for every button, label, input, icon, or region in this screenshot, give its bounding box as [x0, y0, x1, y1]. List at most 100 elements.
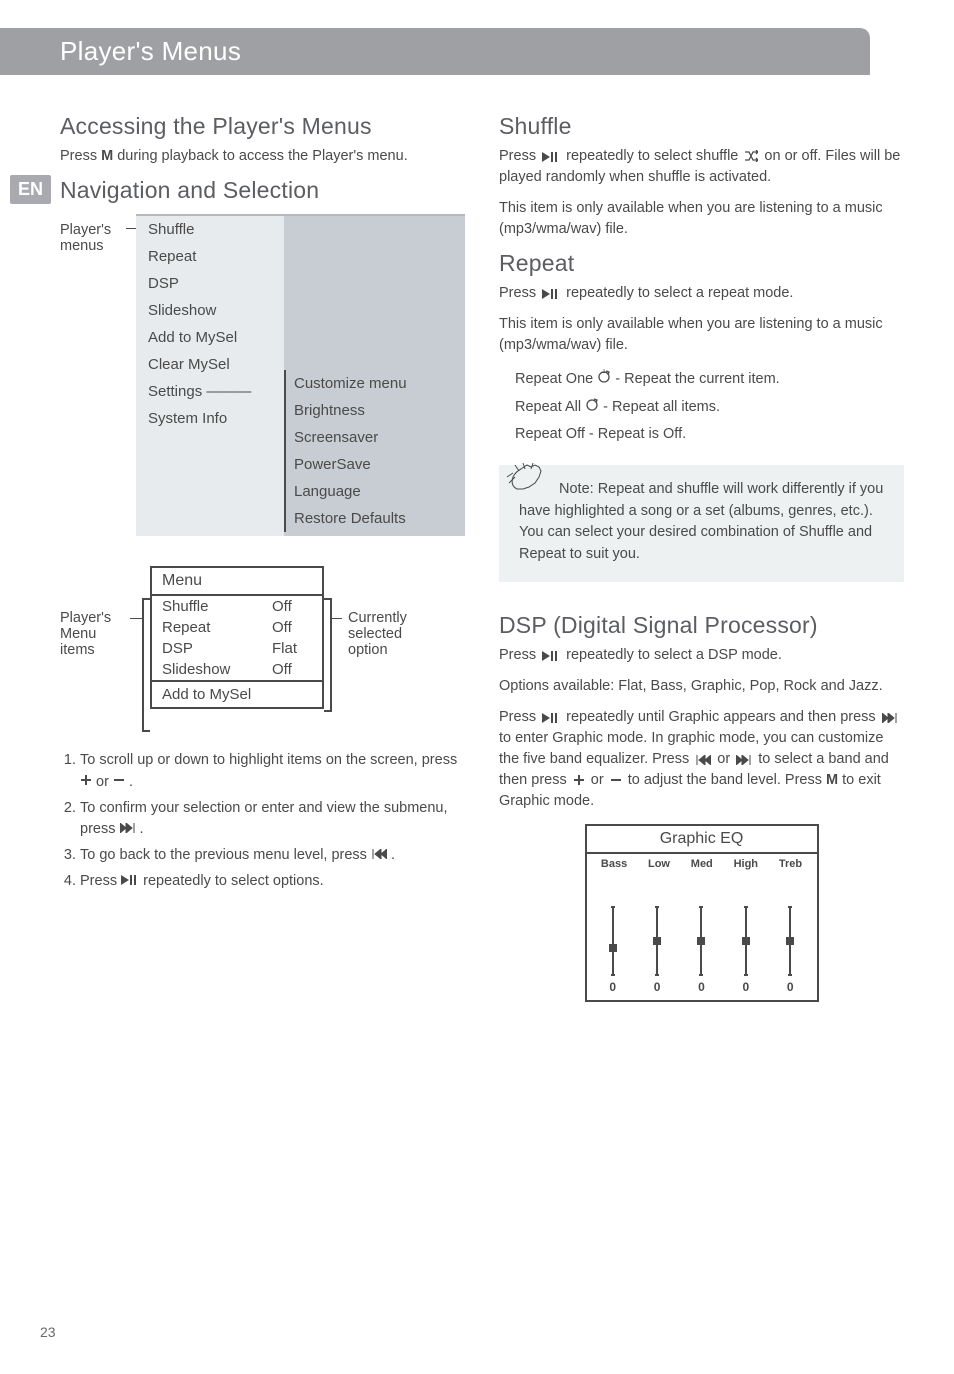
- graphic-eq-box: Graphic EQ Bass Low Med High Treb 0: [585, 824, 819, 1002]
- eq-values: 0 0 0 0 0: [587, 980, 817, 1000]
- accessing-body: Press M during playback to access the Pl…: [60, 146, 465, 167]
- eq-slider[interactable]: [789, 906, 791, 976]
- right-column: Shuffle Press repeatedly to select shuff…: [499, 103, 904, 1002]
- plus-icon: [80, 774, 92, 786]
- leader-line: [130, 618, 142, 619]
- nav-col-1: Shuffle Repeat DSP Slideshow Add to MySe…: [136, 214, 284, 536]
- nav-sub-item: Brightness: [294, 397, 465, 424]
- phone-menu-row: DSPFlat: [152, 638, 322, 659]
- left-bracket: [142, 598, 150, 732]
- steps-list: To scroll up or down to highlight items …: [60, 750, 465, 893]
- dsp-body: Press repeatedly to select a DSP mode.: [499, 645, 904, 666]
- eq-label: Low: [648, 858, 670, 870]
- nav-menu-diagram: Player's menus Shuffle Repeat DSP Slides…: [60, 214, 465, 536]
- eq-slider[interactable]: [700, 906, 702, 976]
- note-hand-icon: [505, 459, 549, 499]
- minus-icon: [610, 774, 622, 786]
- right-bracket: [324, 598, 332, 712]
- shuffle-icon: [744, 150, 758, 162]
- repeat-mode-item: Repeat One 1 - Repeat the current item.: [515, 366, 904, 394]
- eq-slider[interactable]: [745, 906, 747, 976]
- nav-item: Clear MySel: [136, 351, 284, 378]
- next-icon: [120, 823, 136, 833]
- leader-line: [332, 618, 342, 619]
- svg-text:1: 1: [602, 369, 606, 375]
- phone-menu-row: SlideshowOff: [152, 659, 322, 680]
- lang-tab: EN: [10, 175, 51, 204]
- nav-sub-item: PowerSave: [294, 451, 465, 478]
- nav-item: DSP: [136, 270, 284, 297]
- nav-item: Repeat: [136, 243, 284, 270]
- repeat-body-2: This item is only available when you are…: [499, 314, 904, 356]
- repeat-body: Press repeatedly to select a repeat mode…: [499, 283, 904, 304]
- repeat-one-icon: 1: [597, 369, 611, 383]
- phone-menu-title: Menu: [152, 568, 322, 596]
- nav-sub-item: Language: [294, 478, 465, 505]
- nav-item: Slideshow: [136, 297, 284, 324]
- nav-item: Shuffle: [136, 216, 284, 243]
- shuffle-body: Press repeatedly to select shuffle on or…: [499, 146, 904, 188]
- phone-menu-row: RepeatOff: [152, 617, 322, 638]
- nav-sub-item: Restore Defaults: [294, 505, 465, 532]
- eq-value: 0: [787, 980, 794, 994]
- heading-navigation-selection: Navigation and Selection: [60, 177, 465, 204]
- play-pause-icon: [542, 713, 560, 723]
- eq-sliders: [587, 872, 817, 980]
- eq-value: 0: [743, 980, 750, 994]
- nav-item: System Info: [136, 405, 284, 432]
- step-item: Press repeatedly to select options.: [80, 871, 465, 893]
- dsp-body-3: Press repeatedly until Graphic appears a…: [499, 707, 904, 812]
- eq-label: High: [734, 858, 758, 870]
- play-pause-icon: [542, 651, 560, 661]
- eq-labels: Bass Low Med High Treb: [587, 854, 817, 872]
- phone-menu-box: Menu ShuffleOff RepeatOff DSPFlat Slides…: [150, 566, 324, 709]
- leader-line: [126, 228, 136, 536]
- eq-slider[interactable]: [612, 906, 614, 976]
- eq-label: Treb: [779, 858, 802, 870]
- heading-repeat: Repeat: [499, 250, 904, 277]
- nav-left-label: Player's menus: [60, 214, 126, 536]
- title-band: Player's Menus: [0, 28, 870, 75]
- repeat-modes-list: Repeat One 1 - Repeat the current item. …: [499, 366, 904, 449]
- play-pause-icon: [542, 152, 560, 162]
- phone-menu-diagram: Player's Menu items Menu ShuffleOff Repe…: [60, 566, 465, 732]
- next-icon: [882, 713, 898, 723]
- page-number: 23: [40, 1324, 56, 1340]
- shuffle-body-2: This item is only available when you are…: [499, 198, 904, 240]
- heading-accessing: Accessing the Player's Menus: [60, 113, 465, 140]
- step-item: To go back to the previous menu level, p…: [80, 845, 465, 867]
- plus-icon: [573, 774, 585, 786]
- repeat-all-icon: [585, 397, 599, 411]
- nav-col-2: Customize menu Brightness Screensaver Po…: [284, 214, 465, 536]
- left-column: Accessing the Player's Menus Press M dur…: [60, 103, 465, 1002]
- heading-shuffle: Shuffle: [499, 113, 904, 140]
- eq-slider[interactable]: [656, 906, 658, 976]
- nav-sub-item: Customize menu: [294, 370, 465, 397]
- page-title: Player's Menus: [60, 36, 241, 66]
- minus-icon: [113, 774, 125, 786]
- prev-icon: [371, 849, 387, 859]
- heading-dsp: DSP (Digital Signal Processor): [499, 612, 904, 639]
- eq-value: 0: [698, 980, 705, 994]
- next-icon: [736, 755, 752, 765]
- phone-right-label: Currently selected option: [342, 566, 438, 658]
- phone-left-label: Player's Menu items: [60, 566, 130, 658]
- dsp-body-2: Options available: Flat, Bass, Graphic, …: [499, 676, 904, 697]
- nav-sub-item: Screensaver: [294, 424, 465, 451]
- eq-value: 0: [609, 980, 616, 994]
- eq-label: Med: [691, 858, 713, 870]
- note-block: Note: Repeat and shuffle will work diffe…: [499, 465, 904, 582]
- repeat-mode-item: Repeat Off - Repeat is Off.: [515, 421, 904, 449]
- phone-menu-footer: Add to MySel: [152, 680, 322, 707]
- nav-item: Settings ———: [136, 378, 284, 405]
- step-item: To scroll up or down to highlight items …: [80, 750, 465, 794]
- nav-item: Add to MySel: [136, 324, 284, 351]
- graphic-eq-title: Graphic EQ: [587, 826, 817, 854]
- phone-menu-row: ShuffleOff: [152, 596, 322, 617]
- play-pause-icon: [121, 875, 139, 885]
- prev-icon: [695, 755, 711, 765]
- eq-value: 0: [654, 980, 661, 994]
- eq-label: Bass: [601, 858, 627, 870]
- play-pause-icon: [542, 289, 560, 299]
- repeat-mode-item: Repeat All - Repeat all items.: [515, 394, 904, 422]
